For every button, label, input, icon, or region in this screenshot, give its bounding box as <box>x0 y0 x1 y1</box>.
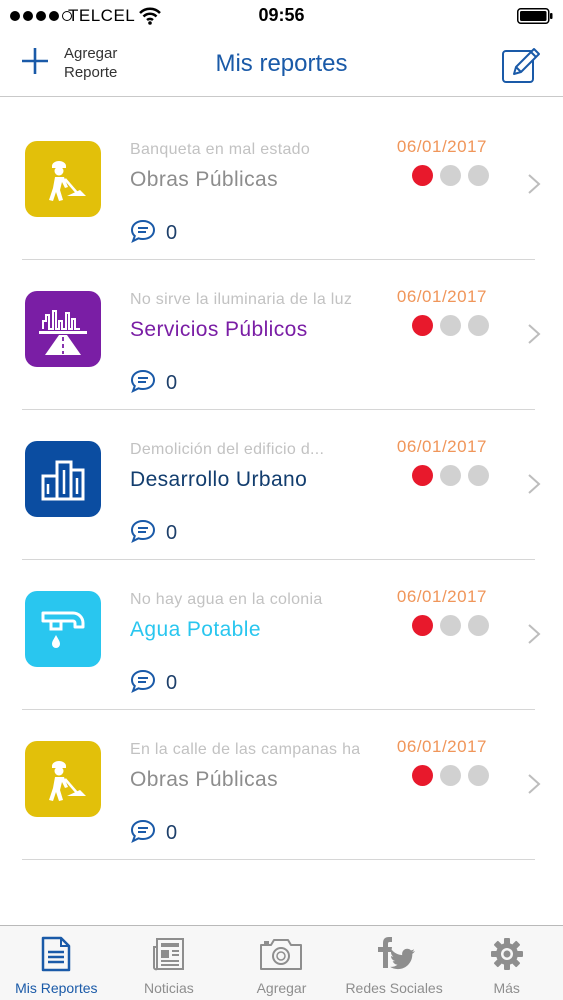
report-category: Desarrollo Urbano <box>130 468 308 491</box>
tab-label: Más <box>493 980 520 996</box>
status-dot <box>468 465 489 486</box>
status-dot-active <box>412 315 433 336</box>
status-bar: TELCEL 09:56 <box>0 0 563 32</box>
comment-count: 0 <box>166 372 178 394</box>
status-dot <box>468 615 489 636</box>
report-date: 06/01/2017 <box>396 437 487 456</box>
chevron-right-icon <box>527 773 541 800</box>
worker-shovel-icon <box>25 141 101 217</box>
status-dot-active <box>412 165 433 186</box>
chevron-right-icon <box>527 323 541 350</box>
comment-bubble-icon <box>130 669 156 698</box>
report-description: Banqueta en mal estado <box>130 141 311 158</box>
camera-icon <box>225 934 338 974</box>
comments: 0 <box>130 369 177 398</box>
faucet-icon <box>25 591 101 667</box>
tab-label: Mis Reportes <box>15 980 98 996</box>
status-indicator <box>412 615 489 636</box>
edit-button[interactable] <box>501 45 541 90</box>
report-row[interactable]: En la calle de las campanas ha... Obras … <box>0 710 563 860</box>
status-dot <box>440 765 461 786</box>
report-row[interactable]: Banqueta en mal estado Obras Públicas 06… <box>0 110 563 260</box>
facebook-twitter-icon <box>338 934 451 974</box>
status-dot <box>440 615 461 636</box>
report-category: Obras Públicas <box>130 168 278 191</box>
comment-count: 0 <box>166 522 178 544</box>
newspaper-icon <box>113 934 226 974</box>
comment-count: 0 <box>166 822 178 844</box>
report-date: 06/01/2017 <box>396 587 487 606</box>
chevron-right-icon <box>527 473 541 500</box>
comment-bubble-icon <box>130 369 156 398</box>
report-description: No hay agua en la colonia <box>130 591 323 608</box>
tab-label: Redes Sociales <box>345 980 443 996</box>
status-dot <box>468 765 489 786</box>
tab-agregar[interactable]: Agregar <box>225 926 338 1000</box>
report-date: 06/01/2017 <box>396 737 487 756</box>
status-indicator <box>412 315 489 336</box>
comments: 0 <box>130 819 177 848</box>
status-dot-active <box>412 615 433 636</box>
comment-count: 0 <box>166 672 178 694</box>
comments: 0 <box>130 519 177 548</box>
status-indicator <box>412 165 489 186</box>
buildings-icon <box>25 441 101 517</box>
clock: 09:56 <box>258 5 305 25</box>
tab-bar: Mis Reportes Noticias Agregar Redes Soci… <box>0 925 563 1000</box>
tab-redes-sociales[interactable]: Redes Sociales <box>338 926 451 1000</box>
comment-bubble-icon <box>130 219 156 248</box>
tab-label: Noticias <box>143 980 194 996</box>
comment-count: 0 <box>166 222 178 244</box>
report-category: Agua Potable <box>130 618 261 641</box>
tab-mis-reportes[interactable]: Mis Reportes <box>0 926 113 1000</box>
status-dot-active <box>412 765 433 786</box>
status-dot <box>468 165 489 186</box>
report-row[interactable]: Demolición del edificio d... Desarrollo … <box>0 410 563 560</box>
tab-mas[interactable]: Más <box>450 926 563 1000</box>
chevron-right-icon <box>527 173 541 200</box>
report-date: 06/01/2017 <box>396 287 487 306</box>
edit-document-icon <box>501 48 541 89</box>
status-dot <box>440 165 461 186</box>
report-row[interactable]: No sirve la iluminaria de la luz Servici… <box>0 260 563 410</box>
status-dot <box>468 315 489 336</box>
tab-noticias[interactable]: Noticias <box>113 926 226 1000</box>
report-date: 06/01/2017 <box>396 137 487 156</box>
report-list: Banqueta en mal estado Obras Públicas 06… <box>0 110 563 860</box>
report-row[interactable]: No hay agua en la colonia Agua Potable 0… <box>0 560 563 710</box>
status-dot <box>440 465 461 486</box>
report-description: No sirve la iluminaria de la luz <box>130 291 353 308</box>
chevron-right-icon <box>527 623 541 650</box>
status-indicator <box>412 465 489 486</box>
tab-label: Agregar <box>256 980 307 996</box>
report-category: Obras Públicas <box>130 768 278 791</box>
report-description: En la calle de las campanas ha... <box>130 741 360 758</box>
document-icon <box>0 934 113 974</box>
navigation-bar: Agregar Reporte Mis reportes <box>0 32 563 97</box>
comment-bubble-icon <box>130 819 156 848</box>
battery-icon <box>517 8 553 24</box>
comments: 0 <box>130 669 177 698</box>
city-road-icon <box>25 291 101 367</box>
comment-bubble-icon <box>130 519 156 548</box>
status-dot-active <box>412 465 433 486</box>
worker-shovel-icon <box>25 741 101 817</box>
status-dot <box>440 315 461 336</box>
gear-icon <box>450 934 563 974</box>
report-description: Demolición del edificio d... <box>130 441 325 458</box>
comments: 0 <box>130 219 177 248</box>
page-title: Mis reportes <box>215 50 348 77</box>
status-indicator <box>412 765 489 786</box>
report-category: Servicios Públicos <box>130 318 308 341</box>
